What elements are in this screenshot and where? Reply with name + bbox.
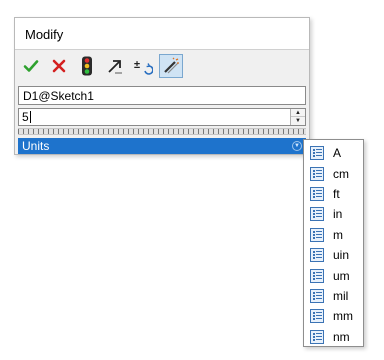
checkmark-icon	[23, 60, 39, 72]
unit-icon	[310, 268, 324, 283]
unit-label: mm	[333, 309, 353, 324]
value-spinner[interactable]: ▲ ▼	[290, 109, 305, 125]
unit-item-um[interactable]: um	[304, 265, 363, 285]
traffic-light-icon	[82, 56, 92, 76]
svg-text:±: ±	[134, 59, 140, 71]
text-cursor	[29, 111, 31, 123]
unit-item-m[interactable]: m	[304, 225, 363, 245]
dialog-title: Modify	[15, 18, 309, 50]
unit-icon	[310, 288, 324, 303]
spin-up-icon[interactable]: ▲	[291, 109, 305, 117]
unit-icon	[310, 166, 324, 181]
unit-label: ft	[333, 186, 340, 201]
unit-icon	[310, 329, 324, 344]
spin-down-icon[interactable]: ▼	[291, 117, 305, 125]
unit-icon	[310, 186, 324, 201]
cancel-button[interactable]	[47, 54, 71, 78]
unit-label: nm	[333, 329, 350, 344]
unit-label: uin	[333, 248, 350, 263]
units-dropdown[interactable]: Units ▼	[18, 138, 306, 154]
value-thumbwheel[interactable]	[18, 128, 306, 135]
ok-button[interactable]	[19, 54, 43, 78]
dimension-name-field[interactable]: D1@Sketch1	[18, 86, 306, 105]
unit-icon	[310, 227, 324, 242]
dialog-toolbar: ±	[19, 54, 309, 80]
unit-item-ft[interactable]: ft	[304, 184, 363, 204]
units-menu: A cm ft in m uin um mil mm nm	[303, 139, 364, 347]
wand-icon	[164, 57, 179, 74]
unit-icon	[310, 248, 324, 263]
value-input[interactable]: 5 ▲ ▼	[18, 108, 306, 126]
dropdown-arrow-icon[interactable]: ▼	[292, 141, 302, 151]
unit-label: m	[333, 227, 343, 242]
rebuild-button[interactable]	[75, 54, 99, 78]
unit-item-uin[interactable]: uin	[304, 245, 363, 265]
unit-icon	[310, 146, 324, 161]
unit-item-nm[interactable]: nm	[304, 327, 363, 347]
unit-label: um	[333, 268, 350, 283]
plus-minus-icon: ±	[134, 59, 153, 75]
units-label: Units	[22, 139, 50, 153]
unit-item-cm[interactable]: cm	[304, 163, 363, 183]
modify-dialog: Modify ± D1@Sketch1 5 ▲ ▼ Units ▼	[14, 17, 310, 155]
cross-icon	[52, 59, 66, 73]
regenerate-button[interactable]	[103, 54, 127, 78]
unit-item-mm[interactable]: mm	[304, 306, 363, 326]
arrow-up-right-icon	[108, 60, 122, 74]
unit-label: cm	[333, 166, 349, 181]
unit-label: mil	[333, 288, 349, 303]
unit-label: in	[333, 207, 343, 222]
unit-item-mil[interactable]: mil	[304, 286, 363, 306]
unit-item-A[interactable]: A	[304, 143, 363, 163]
reverse-dimension-button[interactable]: ±	[131, 54, 155, 78]
unit-item-in[interactable]: in	[304, 204, 363, 224]
unit-label: A	[333, 146, 342, 161]
value-text: 5	[22, 110, 29, 124]
unit-icon	[310, 207, 324, 222]
unit-icon	[310, 309, 324, 324]
mark-for-drawing-button[interactable]	[159, 54, 183, 78]
